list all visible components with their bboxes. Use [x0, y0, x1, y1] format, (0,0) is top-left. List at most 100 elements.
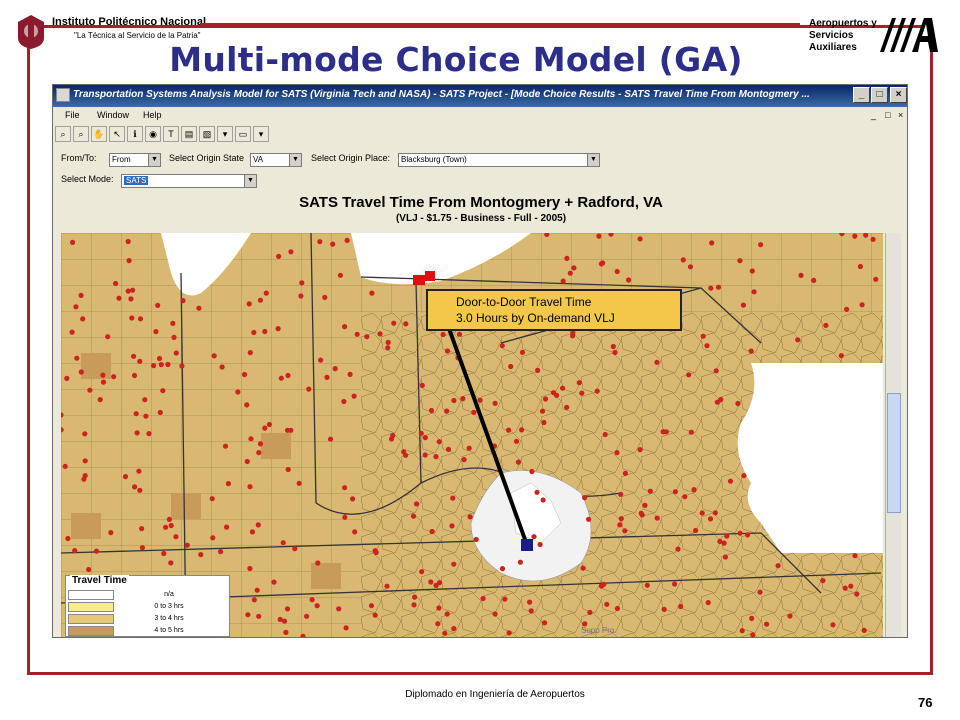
city-dot: [156, 355, 163, 362]
style-dropdown-icon[interactable]: ▾: [217, 126, 233, 142]
menu-window[interactable]: Window: [97, 110, 129, 120]
legend-label: 3 to 4 hrs: [154, 615, 184, 622]
city-dot: [391, 320, 397, 326]
city-dot: [617, 522, 623, 528]
maximize-button[interactable]: □: [871, 87, 888, 103]
mdi-restore-button[interactable]: □: [885, 110, 890, 120]
menu-file[interactable]: File: [65, 110, 80, 120]
chevron-down-icon[interactable]: ▼: [587, 154, 599, 166]
select-pointer-icon[interactable]: ↖: [109, 126, 125, 142]
city-dot: [263, 290, 269, 296]
header-rule: [200, 23, 800, 25]
chevron-down-icon[interactable]: ▼: [148, 154, 160, 166]
city-dot: [347, 371, 353, 377]
origin-state-select[interactable]: VA ▼: [250, 153, 302, 167]
city-dot: [787, 613, 793, 619]
city-dot: [241, 371, 248, 378]
style-icon[interactable]: ▧: [199, 126, 215, 142]
map-canvas[interactable]: Supp Pro Door-to-Door Travel Time 3.0 Ho…: [61, 233, 883, 637]
mdi-close-button[interactable]: ×: [898, 110, 903, 120]
footer-course: Diplomado en Ingeniería de Aeropuertos: [405, 689, 585, 700]
city-dot: [618, 516, 624, 522]
color-dropdown-icon[interactable]: ▾: [253, 126, 269, 142]
pan-hand-icon[interactable]: ✋: [91, 126, 107, 142]
zoom-out-icon[interactable]: ⌕: [73, 126, 89, 142]
city-dot: [342, 324, 348, 330]
city-dot: [351, 393, 357, 399]
city-dot: [842, 585, 848, 591]
city-dot: [637, 447, 643, 453]
city-dot: [675, 546, 681, 552]
mode-label: Select Mode:: [61, 174, 114, 184]
layer-icon[interactable]: ▤: [181, 126, 197, 142]
city-dot: [122, 474, 129, 480]
institution-name: Instituto Politécnico Nacional: [52, 16, 207, 28]
city-dot: [735, 400, 741, 407]
city-dot: [506, 427, 512, 433]
scroll-thumb[interactable]: [887, 393, 901, 513]
close-button[interactable]: ×: [890, 87, 907, 103]
city-dot: [672, 581, 678, 587]
mdi-minimize-button[interactable]: _: [871, 110, 876, 120]
city-dot: [247, 350, 253, 356]
city-dot: [284, 606, 291, 612]
minimize-button[interactable]: _: [853, 87, 870, 103]
city-dot: [748, 348, 754, 354]
city-dot: [721, 540, 727, 546]
city-dot: [309, 597, 315, 603]
city-dot: [745, 532, 751, 538]
city-dot: [428, 579, 434, 585]
origin-place-select[interactable]: Blacksburg (Town) ▼: [398, 153, 600, 167]
map-credit: Supp Pro: [581, 626, 615, 635]
city-dot: [542, 396, 549, 402]
color-icon[interactable]: ▭: [235, 126, 251, 142]
city-dot: [859, 302, 865, 308]
city-dot: [564, 404, 570, 410]
origin-state-label: Select Origin State: [169, 153, 245, 163]
city-dot: [519, 427, 525, 433]
city-dot: [82, 431, 88, 437]
city-dot: [527, 599, 533, 605]
zoom-in-icon[interactable]: ⌕: [55, 126, 71, 142]
city-dot: [582, 495, 588, 501]
city-dot: [413, 501, 420, 507]
city-dot: [160, 388, 166, 394]
city-dot: [130, 287, 136, 293]
city-dot: [126, 258, 132, 264]
text-tool-icon[interactable]: T: [163, 126, 179, 142]
title-bar[interactable]: Transportation Systems Analysis Model fo…: [53, 85, 907, 107]
city-dot: [564, 255, 570, 261]
city-dot: [327, 436, 334, 442]
city-dot: [499, 566, 506, 572]
city-dot: [280, 540, 286, 546]
city-dot: [142, 397, 148, 403]
from-to-select[interactable]: From ▼: [109, 153, 161, 167]
slide-title: Multi-mode Choice Model (GA): [169, 40, 743, 79]
city-dot: [542, 620, 548, 626]
travel-time-callout: Door-to-Door Travel Time 3.0 Hours by On…: [426, 289, 682, 331]
city-dot: [852, 553, 858, 559]
city-dot: [691, 487, 697, 493]
map-scrollbar[interactable]: [885, 233, 901, 637]
mode-select[interactable]: SATS ▼: [121, 174, 257, 188]
city-dot: [403, 321, 409, 327]
city-dot: [262, 425, 268, 431]
chevron-down-icon[interactable]: ▼: [244, 175, 256, 187]
city-dot: [256, 613, 262, 619]
city-dot: [131, 372, 138, 379]
app-icon[interactable]: [56, 88, 70, 102]
city-dot: [661, 606, 667, 612]
info-icon[interactable]: ℹ: [127, 126, 143, 142]
city-dot: [198, 552, 204, 558]
city-dot: [724, 533, 730, 539]
city-dot: [571, 265, 577, 271]
city-dot: [528, 608, 534, 614]
city-dot: [663, 429, 669, 435]
city-dot: [647, 488, 653, 494]
city-dot: [72, 548, 78, 554]
chevron-down-icon[interactable]: ▼: [289, 154, 301, 166]
menu-help[interactable]: Help: [143, 110, 162, 120]
city-dot: [540, 497, 546, 503]
legend-label: 4 to 5 hrs: [154, 627, 184, 634]
globe-icon[interactable]: ◉: [145, 126, 161, 142]
